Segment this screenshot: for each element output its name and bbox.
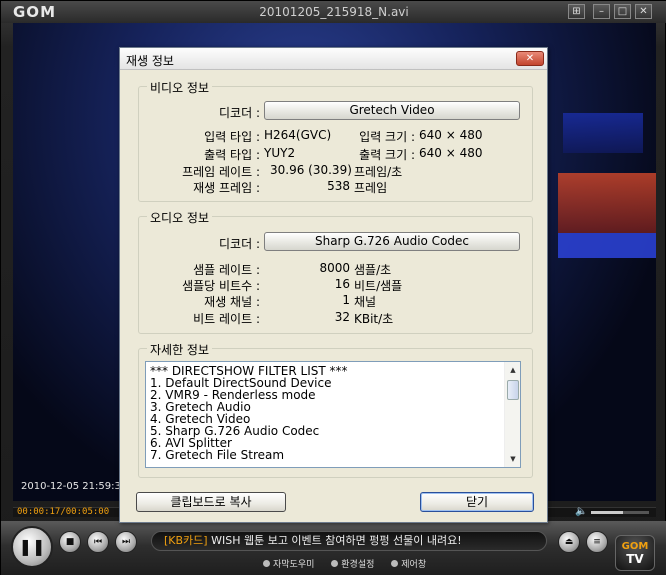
player-titlebar[interactable]: GOM 20101205_215918_N.avi ⊞ – □ ✕ xyxy=(1,1,666,23)
window-title: 20101205_215918_N.avi xyxy=(259,5,409,19)
settings-link[interactable]: 환경설정 xyxy=(331,560,374,570)
frame-rate-label: 프레임 레이트 : xyxy=(182,165,260,179)
gomtv-bottom: TV xyxy=(626,552,644,566)
frame-rate-unit: 프레임/초 xyxy=(354,165,403,179)
menu-button[interactable]: ≡ xyxy=(586,531,608,553)
dot-icon xyxy=(391,560,399,567)
playback-info-dialog: 재생 정보 ✕ 비디오 정보 디코더 : Gretech Video 입력 타입… xyxy=(119,47,548,523)
previous-button[interactable]: ⏮ xyxy=(87,531,109,553)
bits-per-sample-value: 16 xyxy=(334,277,350,291)
close-button[interactable]: 닫기 xyxy=(420,492,534,512)
time-readout: 00:00:17/00:05:00 xyxy=(17,507,110,517)
input-size-label: 입력 크기 : xyxy=(359,130,415,144)
audio-decoder-button[interactable]: Sharp G.726 Audio Codec xyxy=(264,232,520,251)
filter-listbox[interactable]: *** DIRECTSHOW FILTER LIST *** 1. Default… xyxy=(145,361,521,468)
input-size-value: 640 × 480 xyxy=(419,128,483,142)
channels-label: 재생 채널 : xyxy=(204,295,260,309)
play-frame-label: 재생 프레임 : xyxy=(193,181,260,195)
dialog-titlebar[interactable]: 재생 정보 ✕ xyxy=(120,48,547,70)
input-type-label: 입력 타입 : xyxy=(204,130,260,144)
ticker-text: WISH 웹툰 보고 이벤트 참여하면 펑펑 선물이 내려요! xyxy=(207,534,462,547)
maximize-button[interactable]: □ xyxy=(614,4,631,19)
stop-button[interactable]: ■ xyxy=(59,531,81,553)
extra-button[interactable]: ⊞ xyxy=(568,4,585,19)
sample-rate-label: 샘플 레이트 : xyxy=(193,263,260,277)
video-decoder-button[interactable]: Gretech Video xyxy=(264,101,520,120)
video-light xyxy=(558,173,656,233)
audio-group-title: 오디오 정보 xyxy=(147,209,213,226)
bits-per-sample-label: 샘플당 비트수 : xyxy=(182,279,260,293)
video-timestamp: 2010-12-05 21:59:36 xyxy=(21,481,128,492)
volume-slider[interactable] xyxy=(591,511,649,514)
dialog-title: 재생 정보 xyxy=(126,54,174,68)
audio-decoder-label: 디코더 : xyxy=(219,237,260,251)
next-button[interactable]: ⏭ xyxy=(115,531,137,553)
sample-rate-value: 8000 xyxy=(319,261,350,275)
play-frame-unit: 프레임 xyxy=(354,181,388,195)
volume-fill xyxy=(591,511,623,514)
video-light xyxy=(558,233,656,258)
list-item[interactable]: 7. Gretech File Stream xyxy=(146,449,520,461)
gomtv-top: GOM xyxy=(621,541,649,552)
output-type-label: 출력 타입 : xyxy=(204,148,260,162)
volume-icon[interactable]: 🔈 xyxy=(575,506,587,517)
dot-icon xyxy=(263,560,270,567)
ticker-tag: [KB카드] xyxy=(164,534,208,547)
dialog-close-button[interactable]: ✕ xyxy=(516,51,544,66)
sub-links: 자막도우미 환경설정 제어창 xyxy=(263,557,440,570)
channels-unit: 채널 xyxy=(354,295,377,309)
channels-value: 1 xyxy=(342,293,350,307)
bitrate-unit: KBit/초 xyxy=(354,312,394,326)
bits-per-sample-unit: 비트/샘플 xyxy=(354,279,403,293)
output-size-label: 출력 크기 : xyxy=(359,148,415,162)
dot-icon xyxy=(331,560,339,567)
close-window-button[interactable]: ✕ xyxy=(635,4,652,19)
output-size-value: 640 × 480 xyxy=(419,146,483,160)
play-frame-value: 538 xyxy=(327,179,350,193)
control-panel-link[interactable]: 제어창 xyxy=(391,560,426,570)
video-decoder-label: 디코더 : xyxy=(219,106,260,120)
eject-button[interactable]: ⏏ xyxy=(558,531,580,553)
subtitle-helper-link[interactable]: 자막도우미 xyxy=(263,560,314,570)
video-group-title: 비디오 정보 xyxy=(147,79,213,96)
pause-button[interactable]: ❚❚ xyxy=(11,526,53,568)
ad-ticker[interactable]: [KB카드] WISH 웹툰 보고 이벤트 참여하면 펑펑 선물이 내려요! xyxy=(151,531,547,551)
sample-rate-unit: 샘플/초 xyxy=(354,263,392,277)
filter-list: *** DIRECTSHOW FILTER LIST *** 1. Default… xyxy=(146,362,520,461)
detail-group-title: 자세한 정보 xyxy=(147,341,213,358)
minimize-button[interactable]: – xyxy=(593,4,610,19)
input-type-value: H264(GVC) xyxy=(264,128,332,142)
frame-rate-value: 30.96 (30.39) xyxy=(270,163,352,177)
bitrate-label: 비트 레이트 : xyxy=(193,312,260,326)
copy-to-clipboard-button[interactable]: 클립보드로 복사 xyxy=(136,492,286,512)
scroll-down-icon[interactable]: ▼ xyxy=(506,452,520,466)
scroll-thumb[interactable] xyxy=(507,380,519,400)
scroll-up-icon[interactable]: ▲ xyxy=(506,363,520,377)
video-light xyxy=(563,113,643,153)
output-type-value: YUY2 xyxy=(264,146,296,160)
gomtv-button[interactable]: GOM TV xyxy=(615,535,655,571)
listbox-scrollbar[interactable]: ▲ ▼ xyxy=(504,362,520,467)
bitrate-value: 32 xyxy=(334,310,350,324)
